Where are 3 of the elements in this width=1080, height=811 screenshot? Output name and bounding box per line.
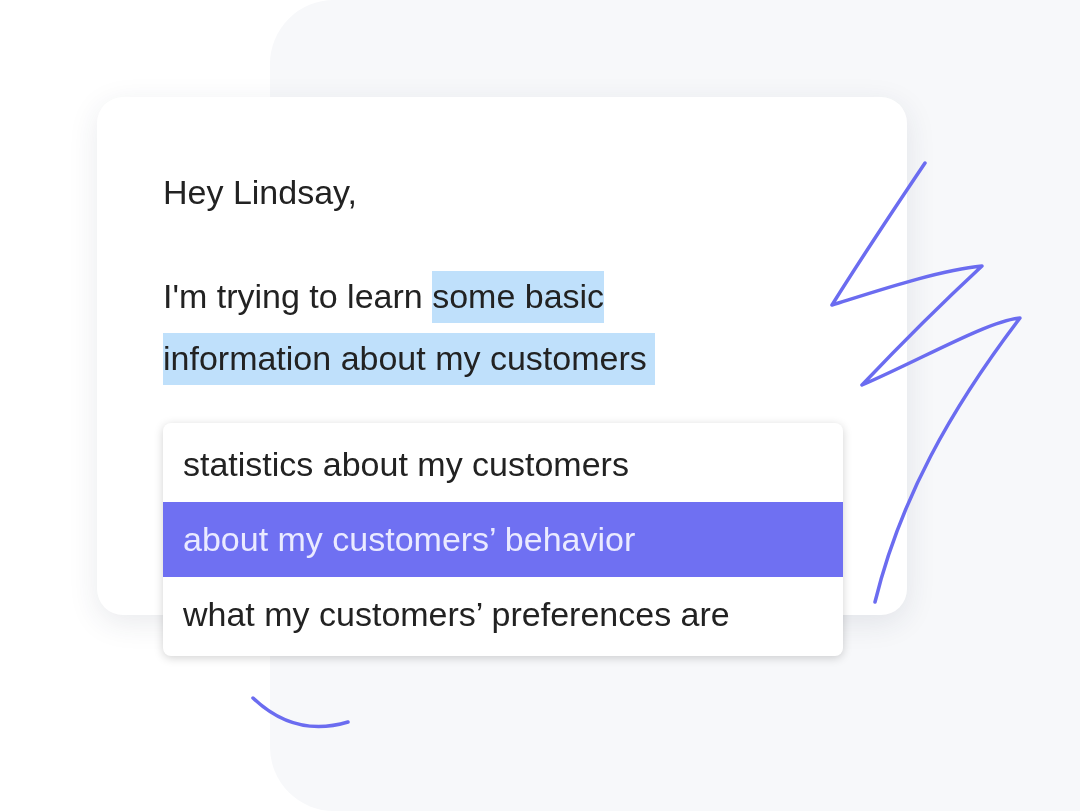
- email-greeting: Hey Lindsay,: [163, 172, 359, 213]
- suggestion-option[interactable]: what my customers’ preferences are: [163, 577, 843, 652]
- suggestion-option[interactable]: statistics about my customers: [163, 427, 843, 502]
